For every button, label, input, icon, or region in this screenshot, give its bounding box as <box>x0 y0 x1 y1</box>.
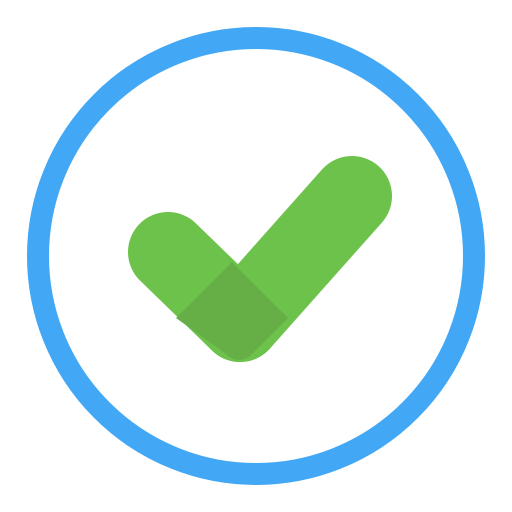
check-circle-icon-canvas <box>0 0 512 512</box>
check-circle-icon <box>27 27 485 485</box>
